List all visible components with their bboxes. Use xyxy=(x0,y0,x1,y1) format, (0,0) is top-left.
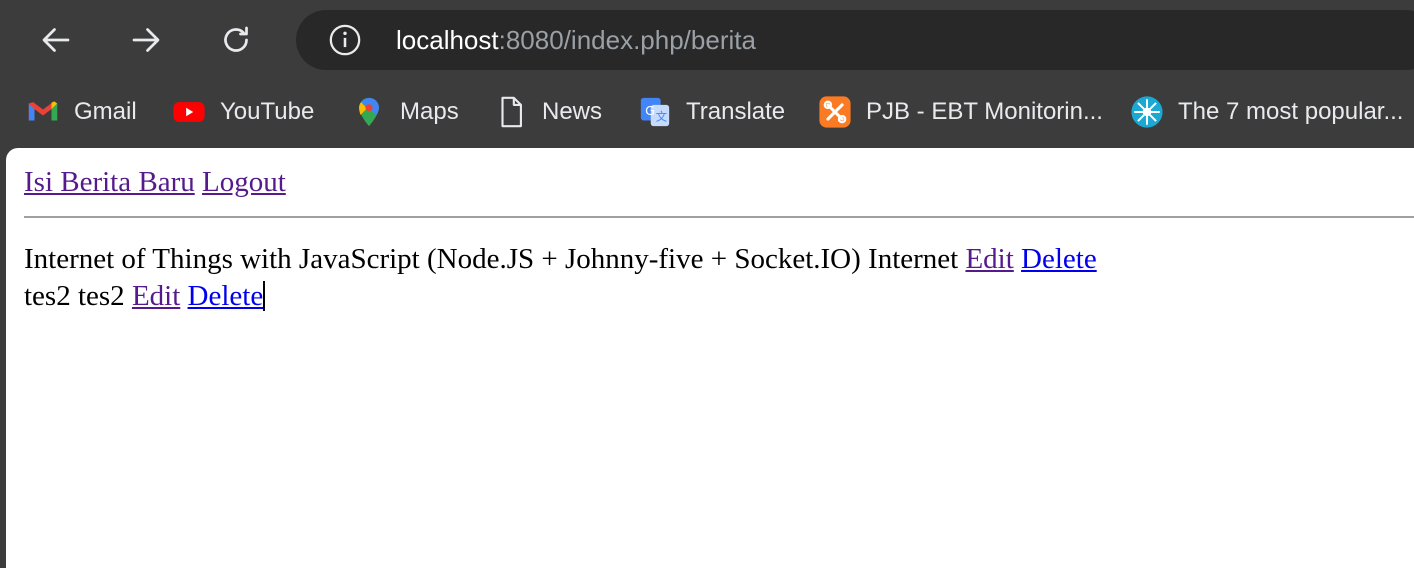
bookmark-label: The 7 most popular... xyxy=(1178,98,1404,125)
browser-toolbar: localhost:8080/index.php/berita xyxy=(0,0,1414,80)
bookmark-label: Maps xyxy=(400,98,459,125)
bookmark-youtube[interactable]: YouTube xyxy=(172,94,314,130)
bookmark-maps[interactable]: Maps xyxy=(352,94,459,130)
reload-icon xyxy=(224,26,248,52)
web-page: Isi Berita Baru Logout Internet of Thing… xyxy=(6,148,1414,568)
address-bar[interactable]: localhost:8080/index.php/berita xyxy=(296,10,1414,70)
arrow-right-icon xyxy=(132,28,160,52)
arrow-left-icon xyxy=(42,28,70,52)
forward-button[interactable] xyxy=(124,18,168,62)
gmail-icon xyxy=(28,101,58,121)
edit-link[interactable]: Edit xyxy=(965,243,1013,275)
back-button[interactable] xyxy=(34,18,78,62)
horizontal-rule xyxy=(24,216,1414,218)
xampp-icon xyxy=(819,96,851,128)
bookmark-news[interactable]: News xyxy=(494,94,602,130)
bookmark-gmail[interactable]: Gmail xyxy=(26,94,137,130)
text-cursor xyxy=(263,281,266,311)
bookmarks-bar: Gmail YouTube Maps News G文 Translate PJB… xyxy=(0,84,1414,140)
bookmark-pjb-ebt[interactable]: PJB - EBT Monitorin... xyxy=(818,94,1103,130)
bookmark-label: Gmail xyxy=(74,98,137,125)
page-nav: Isi Berita Baru Logout xyxy=(24,166,286,199)
maps-icon xyxy=(359,97,379,127)
new-news-link[interactable]: Isi Berita Baru xyxy=(24,166,195,198)
bookmark-7-most-popular[interactable]: The 7 most popular... xyxy=(1130,94,1403,130)
site-info-icon[interactable] xyxy=(328,23,362,57)
youtube-icon xyxy=(173,102,205,122)
svg-text:文: 文 xyxy=(656,110,667,124)
bookmark-translate[interactable]: G文 Translate xyxy=(638,94,785,130)
logout-link[interactable]: Logout xyxy=(202,166,286,198)
starburst-icon xyxy=(1131,96,1163,128)
svg-text:G: G xyxy=(645,104,655,119)
bookmark-label: PJB - EBT Monitorin... xyxy=(866,98,1103,125)
news-list: Internet of Things with JavaScript (Node… xyxy=(24,241,1097,315)
bookmark-label: Translate xyxy=(686,98,786,125)
reload-button[interactable] xyxy=(214,18,258,62)
translate-icon: G文 xyxy=(640,97,670,127)
url-host: localhost xyxy=(396,25,499,55)
news-category: Internet xyxy=(868,243,959,275)
url-path: :8080/index.php/berita xyxy=(498,25,756,55)
bookmark-label: News xyxy=(542,98,603,125)
browser-chrome: localhost:8080/index.php/berita Gmail Yo… xyxy=(0,0,1414,150)
list-item: Internet of Things with JavaScript (Node… xyxy=(24,241,1097,278)
url-text[interactable]: localhost:8080/index.php/berita xyxy=(396,25,756,55)
document-icon xyxy=(501,96,522,128)
edit-link[interactable]: Edit xyxy=(132,280,180,312)
news-category: tes2 xyxy=(77,280,125,312)
delete-link[interactable]: Delete xyxy=(188,280,264,312)
news-title: tes2 xyxy=(24,280,71,312)
list-item: tes2 tes2 Edit Delete xyxy=(24,278,1097,315)
news-title: Internet of Things with JavaScript (Node… xyxy=(24,243,861,275)
delete-link[interactable]: Delete xyxy=(1021,243,1097,275)
bookmark-label: YouTube xyxy=(220,98,315,125)
